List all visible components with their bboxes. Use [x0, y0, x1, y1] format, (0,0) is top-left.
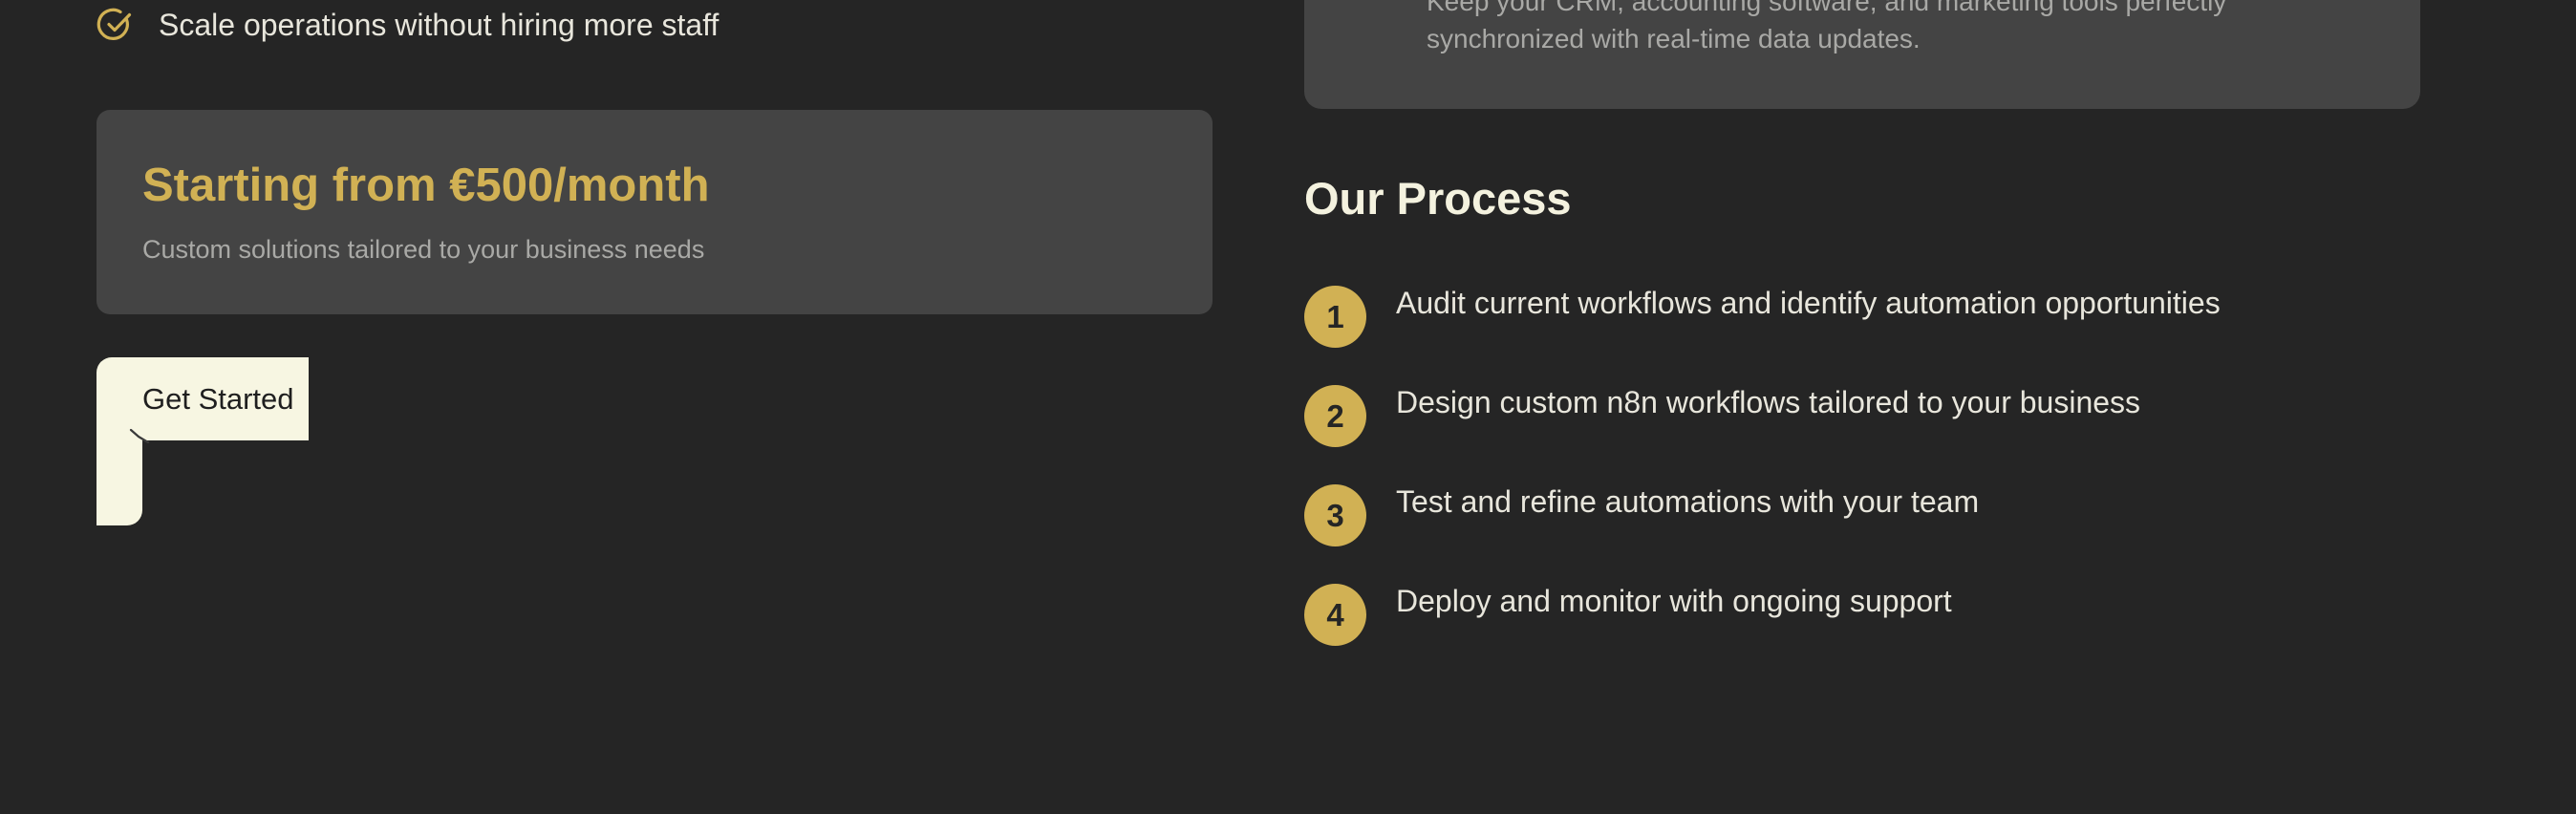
get-started-button-tail[interactable] [97, 440, 142, 525]
get-started-button[interactable]: Get Started [97, 357, 309, 443]
step-number-badge: 1 [1304, 286, 1366, 348]
step-number-badge: 4 [1304, 584, 1366, 646]
get-started-label: Get Started [142, 382, 294, 416]
check-circle-icon [97, 8, 132, 40]
pricing-card: Starting from €500/month Custom solution… [97, 110, 1213, 314]
price-title: Starting from €500/month [142, 160, 710, 211]
step-text: Audit current workflows and identify aut… [1396, 286, 2221, 320]
step-number-badge: 2 [1304, 385, 1366, 447]
feature-description: Keep your CRM, accounting software, and … [1427, 0, 2227, 54]
step-text: Test and refine automations with your te… [1396, 484, 1980, 519]
benefit-item: Scale operations without hiring more sta… [97, 6, 719, 44]
process-title: Our Process [1304, 173, 1572, 224]
price-subtitle: Custom solutions tailored to your busine… [142, 235, 705, 264]
feature-card: Keep your CRM, accounting software, and … [1304, 0, 2420, 109]
step-text: Design custom n8n workflows tailored to … [1396, 385, 2141, 419]
step-number-badge: 3 [1304, 484, 1366, 546]
step-text: Deploy and monitor with ongoing support [1396, 584, 1952, 618]
benefit-text: Scale operations without hiring more sta… [159, 8, 719, 42]
